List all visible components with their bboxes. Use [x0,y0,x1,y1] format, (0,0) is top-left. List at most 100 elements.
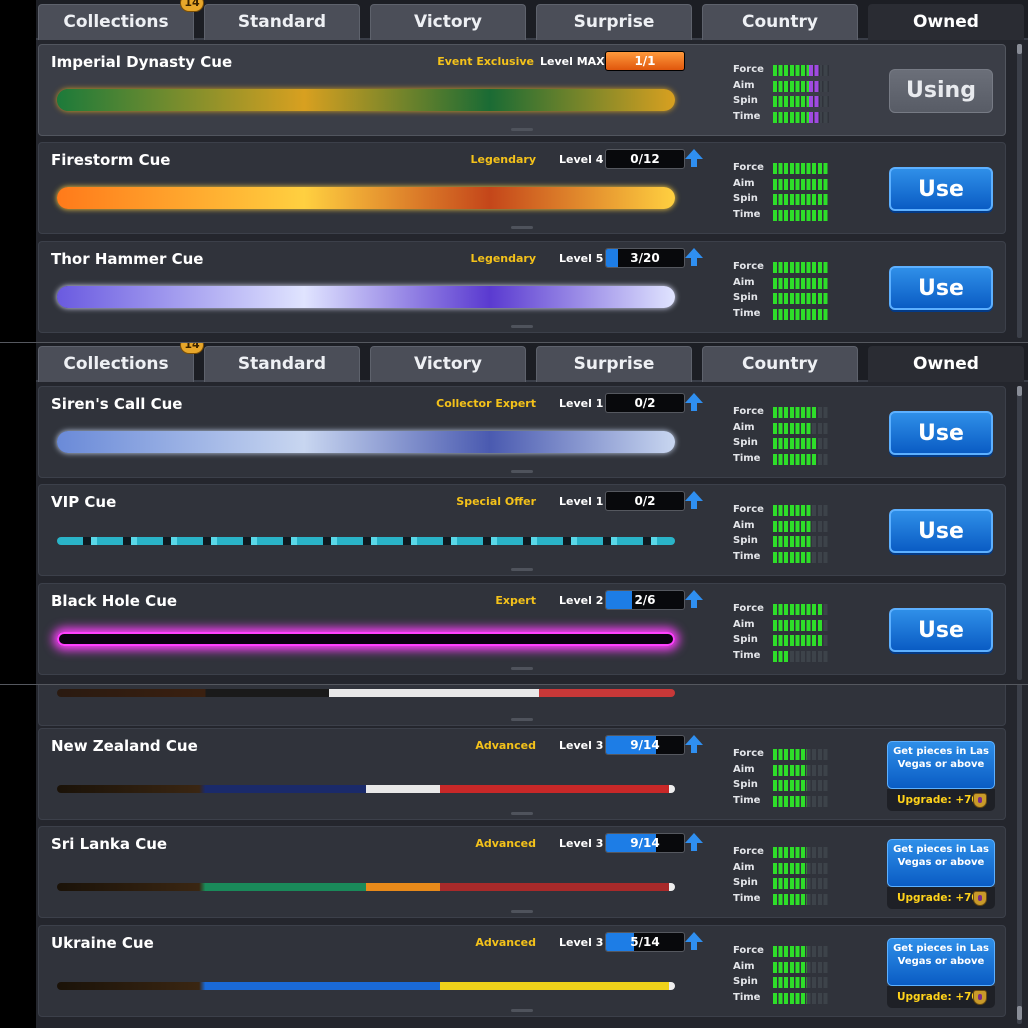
stat-label: Time [733,452,761,464]
stat-row-time: Time [733,307,845,323]
stat-bar [773,764,829,776]
level-label: Level 3 [559,936,604,949]
progress-text: 9/14 [630,836,660,850]
upgrade-arrow-icon[interactable] [685,149,703,167]
stat-fill [773,551,813,563]
stat-fill [773,635,824,646]
stat-label: Spin [733,95,758,106]
stat-bar [773,893,829,905]
progress-text: 2/6 [634,593,656,607]
using-button[interactable]: Using [889,69,993,113]
stat-row-spin: Spin [733,534,845,550]
stat-label: Time [733,110,761,122]
upgrade-button[interactable]: Upgrade: +70 [887,986,995,1008]
get-pieces-button[interactable]: Get pieces in Las Vegas or above [887,741,995,789]
cue-card: Imperial Dynasty Cue Event Exclusive Level… [38,44,1006,136]
stat-row-spin: Spin [733,633,845,649]
tab-surprise[interactable]: Surprise [536,4,692,40]
progress-text: 0/2 [634,494,656,508]
upgrade-arrow-icon[interactable] [685,393,703,411]
tab-victory[interactable]: Victory [370,4,526,40]
stat-fill [773,878,807,889]
drag-handle[interactable] [511,667,533,670]
drag-handle[interactable] [511,226,533,229]
scrollbar[interactable] [1017,386,1022,680]
stat-bar [773,992,829,1004]
stat-label: Force [733,64,764,75]
stat-bar [773,536,829,547]
tab-country[interactable]: Country [702,4,858,40]
drag-handle[interactable] [511,470,533,473]
shield-icon [973,990,987,1005]
use-button[interactable]: Use [889,608,993,652]
stat-row-time: Time [733,892,845,908]
stat-row-force: Force [733,63,845,79]
tab-owned[interactable]: Owned [868,4,1024,40]
cue-name: Sri Lanka Cue [51,835,168,853]
use-button[interactable]: Use [889,266,993,310]
drag-handle[interactable] [511,128,533,131]
tab-standard[interactable]: Standard [204,4,360,40]
use-button[interactable]: Use [889,167,993,211]
level-progress-bar: 0/12 [605,149,685,169]
scrollbar[interactable] [1017,684,1022,1024]
scrollbar[interactable] [1017,44,1022,338]
drag-handle[interactable] [511,910,533,913]
stat-row-aim: Aim [733,861,845,877]
rarity-label: Collector Expert [436,397,536,410]
stat-fill [773,604,824,615]
stat-fill [773,847,807,858]
upgrade-arrow-icon[interactable] [685,590,703,608]
stat-row-spin: Spin [733,436,845,452]
upgrade-arrow-icon[interactable] [685,491,703,509]
stat-label: Force [733,406,764,417]
stat-label: Force [733,162,764,173]
shield-icon [973,793,987,808]
tab-owned[interactable]: Owned [868,346,1024,382]
cue-stats: Force Aim Spin Time [733,845,845,907]
drag-handle[interactable] [511,812,533,815]
drag-handle[interactable] [511,718,533,721]
level-progress-bar: 2/6 [605,590,685,610]
upgrade-arrow-icon[interactable] [685,248,703,266]
stat-fill [773,209,829,221]
progress-text: 0/2 [634,396,656,410]
upgrade-button[interactable]: Upgrade: +70 [887,887,995,909]
cue-stats: Force Aim Spin Time [733,503,845,565]
use-button[interactable]: Use [889,509,993,553]
drag-handle[interactable] [511,1009,533,1012]
tab-collections[interactable]: Collections [38,4,194,40]
stat-fill [773,862,807,874]
get-pieces-button[interactable]: Get pieces in Las Vegas or above [887,839,995,887]
level-label: Level 4 [559,153,604,166]
tab-victory[interactable]: Victory [370,346,526,382]
tab-collections[interactable]: Collections [38,346,194,382]
stat-bar [773,520,829,532]
cue-image [57,982,675,990]
tab-surprise[interactable]: Surprise [536,346,692,382]
stat-fill [773,505,813,516]
screen-2: SpinTimeUpgrade: +70New Zealand CueAdvan… [0,684,1028,1028]
rarity-label: Expert [495,594,536,607]
upgrade-arrow-icon[interactable] [685,932,703,950]
stat-bar [773,795,829,807]
stat-bar [773,878,829,889]
drag-handle[interactable] [511,325,533,328]
stat-row-force: Force [733,602,845,618]
upgrade-arrow-icon[interactable] [685,735,703,753]
upgrade-button[interactable]: Upgrade: +70 [887,789,995,811]
cue-image [57,537,675,545]
stat-fill [773,749,807,760]
stat-label: Aim [733,421,755,433]
drag-handle[interactable] [511,568,533,571]
stat-fill [773,163,829,174]
stat-bonus-fill [808,80,821,92]
use-button[interactable]: Use [889,411,993,455]
tab-standard[interactable]: Standard [204,346,360,382]
tab-country[interactable]: Country [702,346,858,382]
rarity-label: Advanced [475,936,536,949]
upgrade-arrow-icon[interactable] [685,833,703,851]
stat-fill [773,992,807,1004]
get-pieces-button[interactable]: Get pieces in Las Vegas or above [887,938,995,986]
stat-row-time: Time [733,452,845,468]
